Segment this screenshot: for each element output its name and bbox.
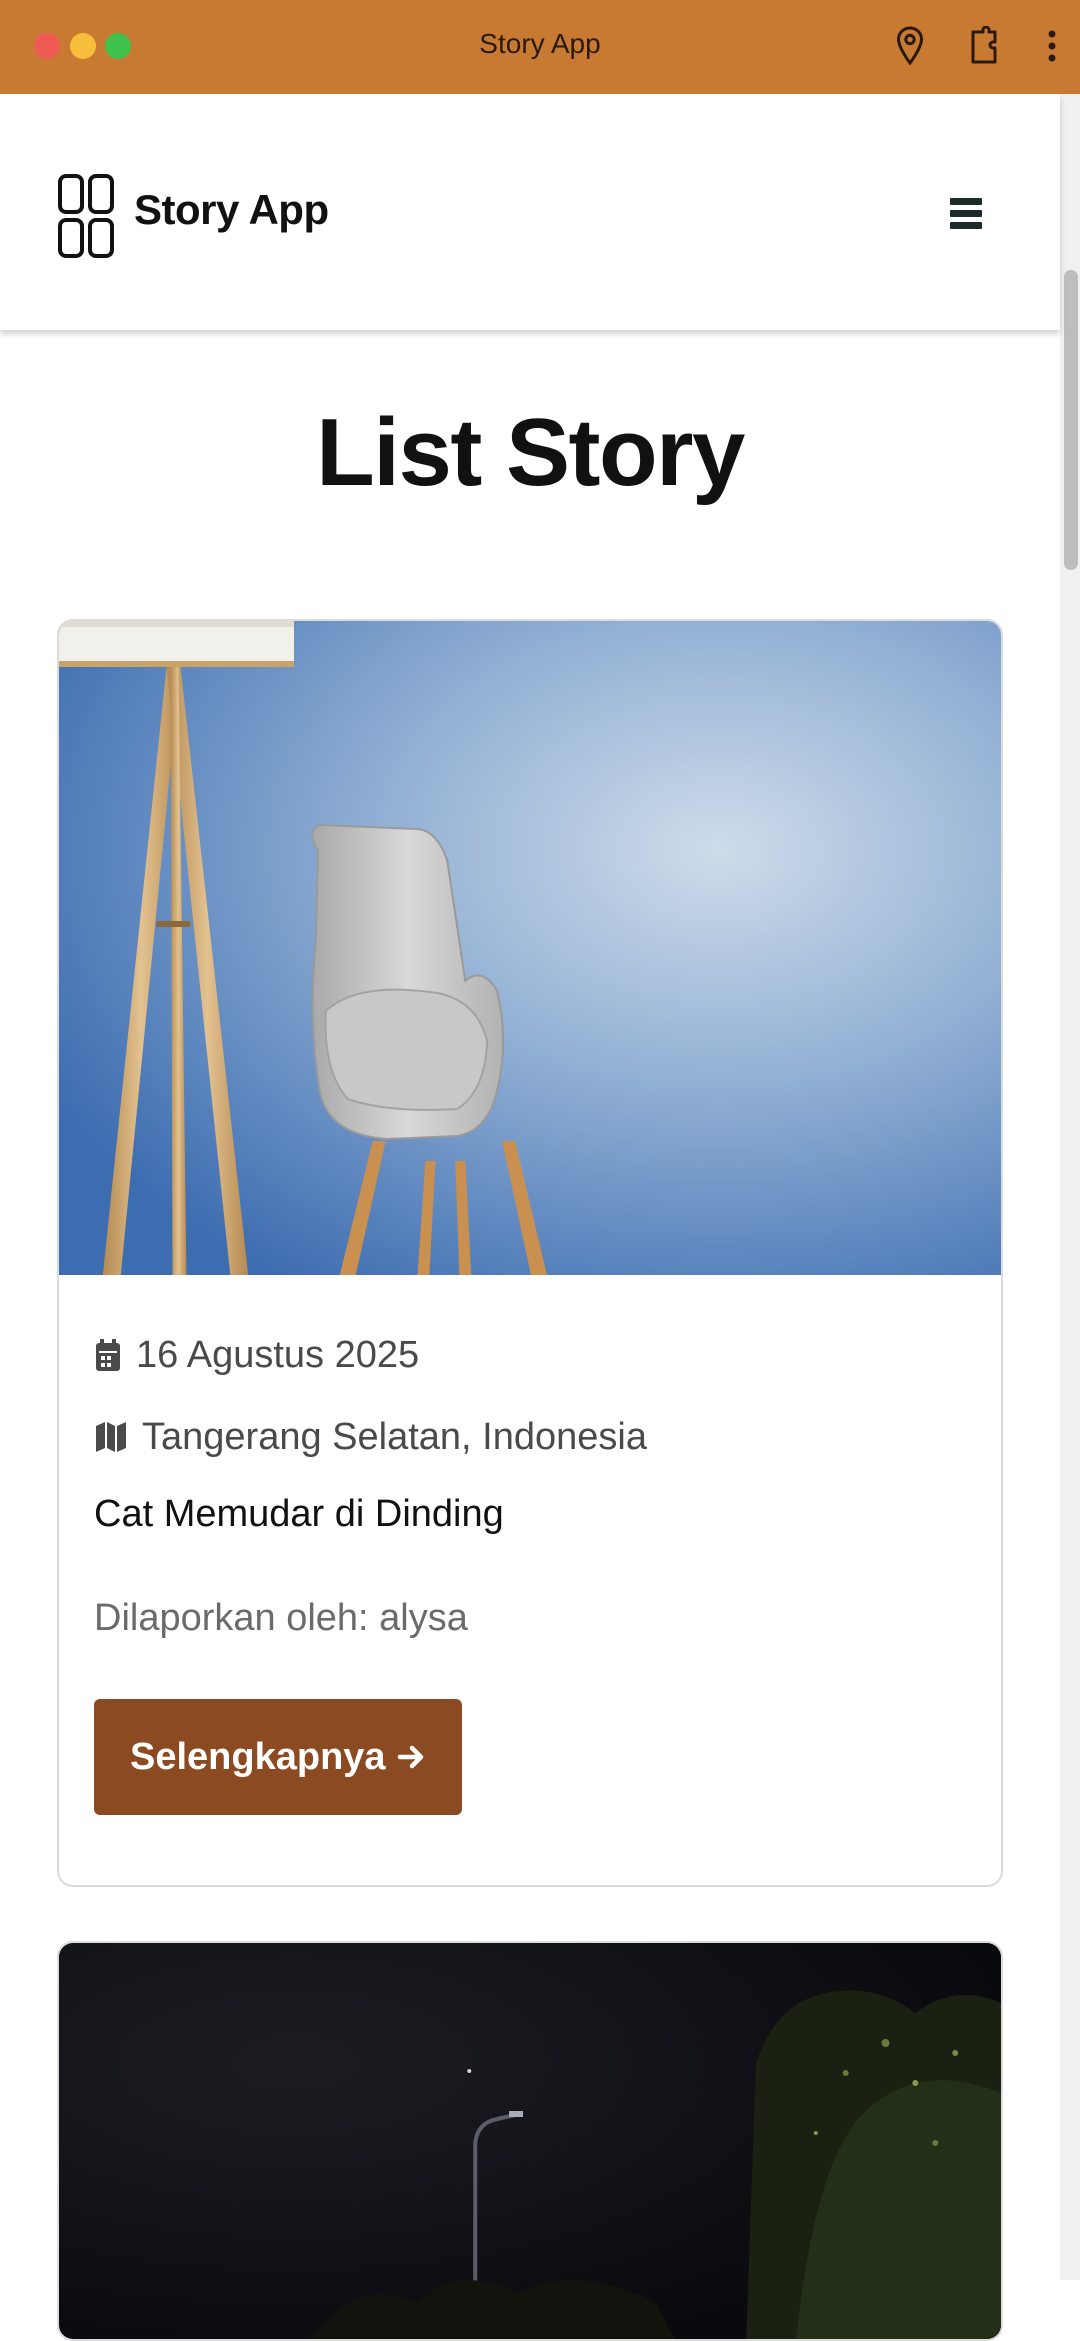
app-header: Story App <box>0 94 1060 330</box>
story-location-text: Tangerang Selatan, Indonesia <box>142 1415 647 1458</box>
read-more-label: Selengkapnya <box>130 1735 386 1778</box>
story-date-text: 16 Agustus 2025 <box>136 1333 420 1376</box>
location-pin-icon[interactable] <box>890 22 930 70</box>
story-card <box>57 1941 1003 2341</box>
story-title: Cat Memudar di Dinding <box>94 1493 504 1535</box>
window-titlebar: Story App <box>0 0 1080 94</box>
calendar-icon <box>96 1339 120 1371</box>
story-card: 16 Agustus 2025 Tangerang Selatan, Indon… <box>57 619 1003 1887</box>
story-reporter: Dilaporkan oleh: alysa <box>94 1597 468 1639</box>
story-image <box>59 621 1001 1275</box>
arrow-right-icon <box>397 1745 423 1769</box>
page-title: List Story <box>316 399 745 506</box>
story-image <box>59 1943 1001 2339</box>
map-icon <box>96 1422 126 1452</box>
hamburger-icon[interactable] <box>950 198 982 234</box>
story-date: 16 Agustus 2025 <box>94 1329 966 1381</box>
story-location: Tangerang Selatan, Indonesia <box>94 1411 966 1463</box>
read-more-button[interactable]: Selengkapnya <box>94 1699 462 1815</box>
scrollbar-thumb[interactable] <box>1064 270 1078 570</box>
brand-name[interactable]: Story App <box>134 186 329 234</box>
extension-icon[interactable] <box>964 22 1004 70</box>
more-vert-icon[interactable] <box>1032 22 1072 70</box>
grid-logo-icon[interactable] <box>58 174 114 258</box>
